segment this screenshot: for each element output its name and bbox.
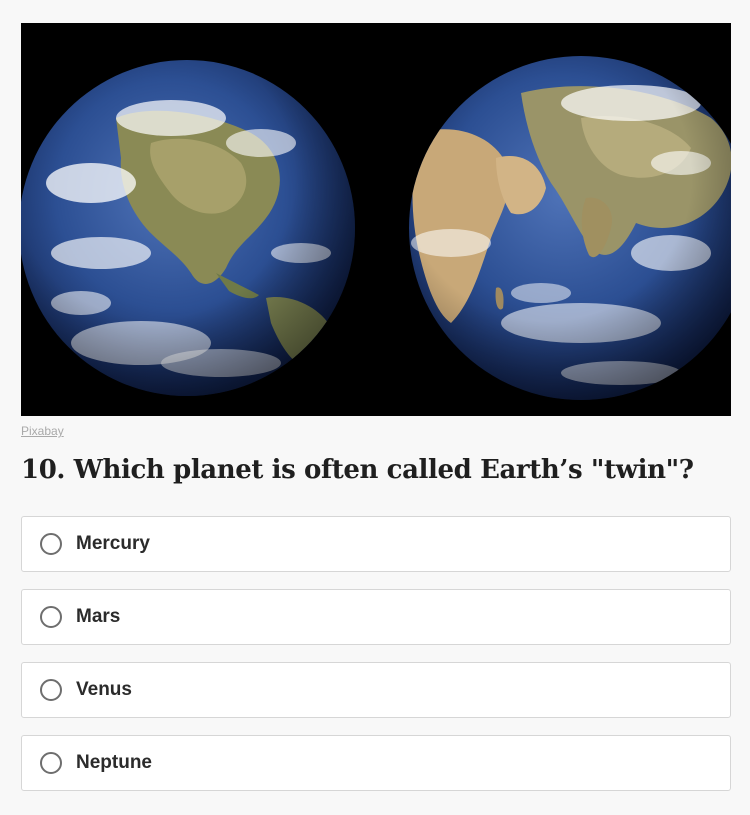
option-venus[interactable]: Venus <box>21 662 731 718</box>
option-mercury[interactable]: Mercury <box>21 516 731 572</box>
radio-button-icon[interactable] <box>40 752 62 774</box>
option-neptune[interactable]: Neptune <box>21 735 731 791</box>
right-globe <box>409 56 731 400</box>
option-mars[interactable]: Mars <box>21 589 731 645</box>
left-globe <box>21 60 355 396</box>
quiz-page: Pixabay 10. Which planet is often called… <box>0 0 750 815</box>
answer-options: Mercury Mars Venus Neptune <box>21 516 731 808</box>
earth-globes-illustration <box>21 56 731 400</box>
option-label: Mercury <box>76 533 150 554</box>
radio-button-icon[interactable] <box>40 679 62 701</box>
option-label: Venus <box>76 679 132 700</box>
option-label: Neptune <box>76 752 152 773</box>
radio-button-icon[interactable] <box>40 606 62 628</box>
radio-button-icon[interactable] <box>40 533 62 555</box>
earth-image <box>21 23 731 416</box>
question-title: 10. Which planet is often called Earth’s… <box>21 455 694 485</box>
option-label: Mars <box>76 606 121 627</box>
image-credit-link[interactable]: Pixabay <box>21 424 64 438</box>
